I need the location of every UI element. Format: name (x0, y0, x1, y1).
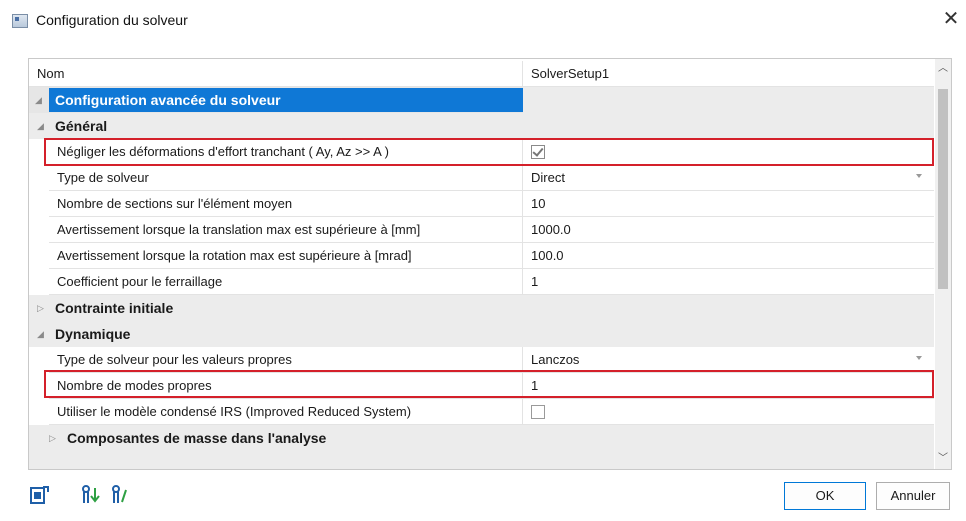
close-icon[interactable]: ✕ (940, 8, 962, 30)
section-label: Configuration avancée du solveur (55, 92, 281, 108)
section-initial-stress[interactable]: ▷ Contrainte initiale (29, 295, 934, 321)
section-label: Contrainte initiale (55, 300, 174, 316)
collapse-icon[interactable]: ◢ (37, 321, 44, 347)
property-value[interactable]: 100.0 (523, 243, 934, 269)
highlight-modes-row (44, 370, 934, 398)
property-value[interactable]: 1 (523, 269, 934, 295)
window-title: Configuration du solveur (36, 12, 188, 28)
title-bar: Configuration du solveur ✕ (0, 0, 966, 40)
section-advanced-header[interactable]: Configuration avancée du solveur (49, 88, 523, 112)
collapse-icon[interactable]: ◢ (37, 113, 44, 139)
property-label: Nom (29, 61, 523, 87)
property-row[interactable]: Utiliser le modèle condensé IRS (Improve… (29, 399, 934, 425)
section-label: Général (55, 118, 108, 134)
property-row-name[interactable]: Nom SolverSetup1 (29, 61, 934, 87)
section-label: Composantes de masse dans l'analyse (67, 430, 327, 446)
property-row[interactable]: Avertissement lorsque la rotation max es… (29, 243, 934, 269)
sort-down-icon[interactable] (80, 484, 102, 506)
solver-type-dropdown[interactable]: Direct (523, 165, 934, 191)
property-label: Avertissement lorsque la rotation max es… (49, 243, 523, 269)
property-label: Coefficient pour le ferraillage (49, 269, 523, 295)
expand-icon[interactable]: ▷ (37, 295, 44, 321)
property-row[interactable]: Nombre de sections sur l'élément moyen 1… (29, 191, 934, 217)
vertical-scrollbar[interactable]: ︿ ﹀ (935, 59, 951, 469)
property-value[interactable]: 10 (523, 191, 934, 217)
highlight-shear-row (44, 138, 934, 166)
dropdown-arrow-icon[interactable] (916, 174, 922, 178)
chevron-up-icon[interactable]: ︿ (935, 59, 951, 77)
property-label: Nombre de sections sur l'élément moyen (49, 191, 523, 217)
collapse-icon[interactable]: ◢ (35, 87, 42, 113)
dropdown-arrow-icon[interactable] (916, 356, 922, 360)
section-label: Dynamique (55, 326, 131, 342)
property-row[interactable]: Avertissement lorsque la translation max… (29, 217, 934, 243)
irs-checkbox[interactable] (531, 405, 545, 419)
property-label: Type de solveur (49, 165, 523, 191)
property-label: Avertissement lorsque la translation max… (49, 217, 523, 243)
section-general[interactable]: ◢ Général (29, 113, 934, 139)
sort-up-icon[interactable] (110, 484, 132, 506)
app-icon (12, 14, 28, 28)
property-value[interactable]: 1000.0 (523, 217, 934, 243)
scrollbar-thumb[interactable] (938, 89, 948, 289)
export-icon[interactable] (28, 484, 50, 506)
section-dynamics[interactable]: ◢ Dynamique (29, 321, 934, 347)
property-label: Utiliser le modèle condensé IRS (Improve… (49, 399, 523, 425)
cancel-button[interactable]: Annuler (876, 482, 950, 510)
section-mass-components[interactable]: ▷ Composantes de masse dans l'analyse (29, 425, 934, 469)
chevron-down-icon[interactable]: ﹀ (935, 451, 951, 469)
ok-button[interactable]: OK (784, 482, 866, 510)
property-grid: Nom SolverSetup1 ◢ Configuration avancée… (28, 58, 952, 470)
property-value[interactable]: SolverSetup1 (523, 61, 934, 87)
section-advanced[interactable]: ◢ Configuration avancée du solveur (29, 87, 934, 113)
expand-icon[interactable]: ▷ (49, 425, 56, 451)
property-row[interactable]: Coefficient pour le ferraillage 1 (29, 269, 934, 295)
property-row[interactable]: Type de solveur Direct (29, 165, 934, 191)
